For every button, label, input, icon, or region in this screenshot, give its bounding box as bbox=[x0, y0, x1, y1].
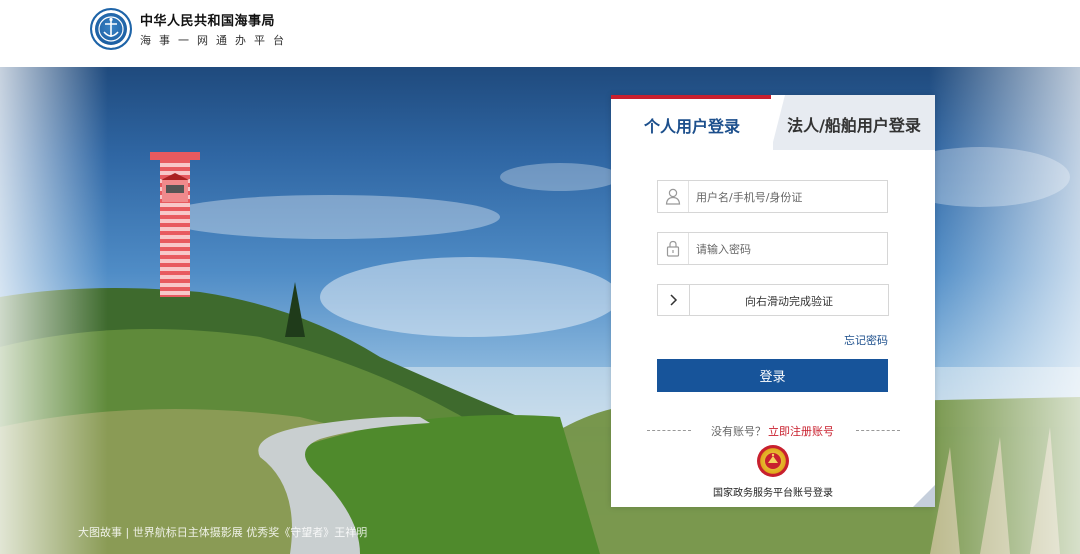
gov-service-login-link[interactable]: 国家政务服务平台账号登录 bbox=[611, 484, 935, 499]
org-name: 中华人民共和国海事局 bbox=[140, 14, 276, 29]
slider-text: 向右滑动完成验证 bbox=[745, 295, 833, 308]
no-account-text: 没有账号？ bbox=[711, 425, 766, 438]
login-button[interactable]: 登录 bbox=[657, 359, 888, 392]
divider-right bbox=[856, 430, 900, 431]
tab-personal-label: 个人用户登录 bbox=[643, 117, 740, 136]
lock-icon bbox=[658, 233, 689, 264]
slide-verify: 向右滑动完成验证 bbox=[657, 284, 889, 316]
divider-left bbox=[647, 430, 691, 431]
slider-handle[interactable] bbox=[658, 285, 690, 315]
tab-personal-login[interactable]: 个人用户登录 bbox=[611, 95, 773, 150]
login-tabs: 个人用户登录 法人/船舶用户登录 bbox=[611, 95, 935, 150]
username-field bbox=[657, 180, 888, 213]
national-emblem-icon[interactable] bbox=[757, 445, 789, 477]
login-panel: 个人用户登录 法人/船舶用户登录 用户名/手机号/身份证 向右滑动完成验证 忘记… bbox=[611, 95, 935, 507]
qr-corner-toggle[interactable] bbox=[913, 485, 935, 507]
password-field bbox=[657, 232, 888, 265]
username-input[interactable] bbox=[696, 188, 881, 206]
org-subtitle: 海事一网通办平台 bbox=[140, 34, 292, 47]
tab-legal-label: 法人/船舶用户登录 bbox=[787, 116, 921, 135]
tab-notch bbox=[771, 95, 785, 150]
register-row: 没有账号？ 立即注册账号 bbox=[611, 423, 935, 439]
register-link[interactable]: 立即注册账号 bbox=[768, 423, 834, 439]
tab-legal-ship-login[interactable]: 法人/船舶用户登录 bbox=[773, 95, 935, 150]
header: 中华人民共和国海事局 海事一网通办平台 bbox=[0, 0, 1080, 67]
user-icon bbox=[658, 181, 689, 212]
msa-emblem-icon[interactable] bbox=[90, 8, 132, 50]
chevron-right-icon bbox=[670, 294, 678, 306]
forgot-password-link[interactable]: 忘记密码 bbox=[844, 332, 888, 348]
password-input[interactable] bbox=[696, 240, 881, 258]
photo-caption: 大图故事 | 世界航标日主体摄影展 优秀奖《守望者》王祥明 bbox=[78, 526, 368, 539]
